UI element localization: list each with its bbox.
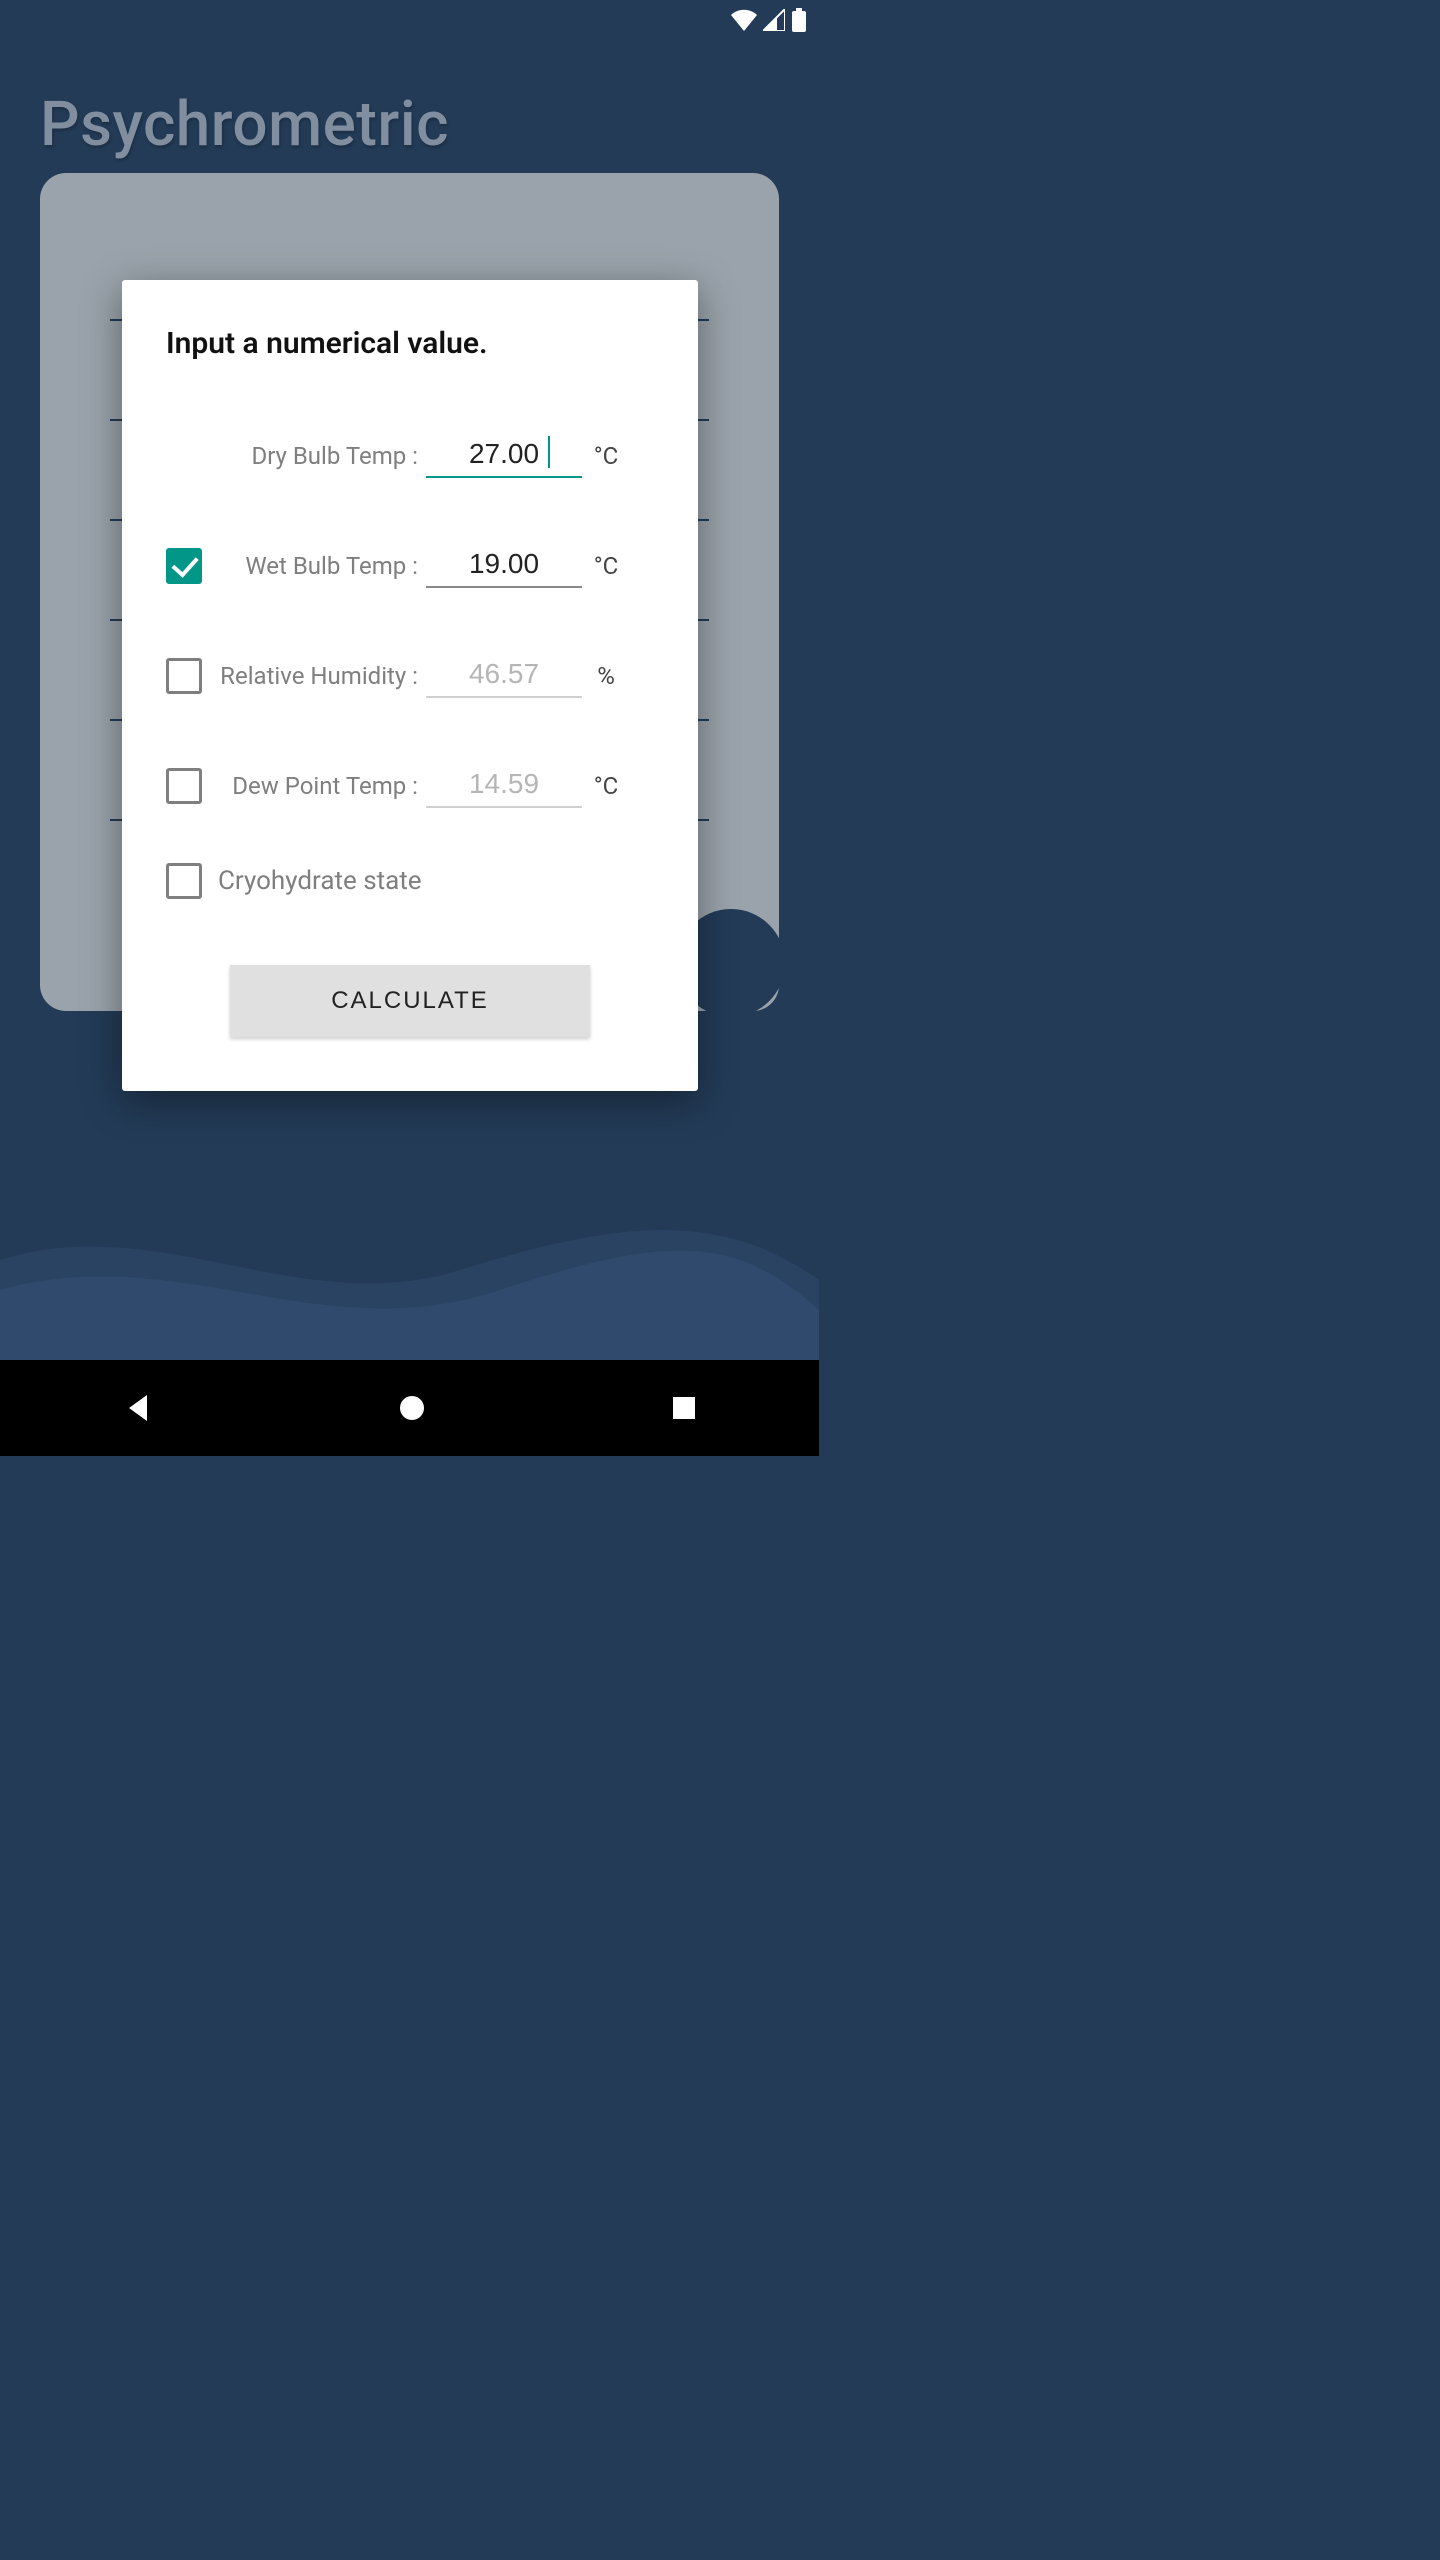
row-dry-bulb: Dry Bulb Temp : °C xyxy=(166,401,654,511)
back-icon[interactable] xyxy=(121,1391,155,1425)
dew-point-label: Dew Point Temp : xyxy=(218,772,418,800)
navigation-bar xyxy=(0,1360,819,1456)
row-rel-humidity: Relative Humidity : % xyxy=(166,621,654,731)
home-icon[interactable] xyxy=(397,1393,427,1423)
text-cursor xyxy=(548,436,550,468)
wet-bulb-checkbox[interactable] xyxy=(166,548,202,584)
signal-icon xyxy=(763,9,785,31)
cryohydrate-checkbox[interactable] xyxy=(166,863,202,899)
wifi-icon xyxy=(731,9,757,31)
wet-bulb-input[interactable] xyxy=(426,544,582,588)
cryohydrate-label: Cryohydrate state xyxy=(218,866,654,896)
dew-point-input[interactable] xyxy=(426,764,582,808)
rel-humidity-unit: % xyxy=(582,662,630,690)
dialog-title: Input a numerical value. xyxy=(166,326,654,361)
rel-humidity-input[interactable] xyxy=(426,654,582,698)
wet-bulb-unit: °C xyxy=(582,552,630,580)
wave-decoration xyxy=(0,1180,819,1360)
dry-bulb-unit: °C xyxy=(582,442,630,470)
dry-bulb-label: Dry Bulb Temp : xyxy=(218,442,418,470)
app-title: Psychrometric xyxy=(40,88,779,161)
input-dialog: Input a numerical value. Dry Bulb Temp :… xyxy=(122,280,698,1091)
dew-point-checkbox[interactable] xyxy=(166,768,202,804)
recent-icon[interactable] xyxy=(670,1394,698,1422)
row-cryohydrate: Cryohydrate state xyxy=(166,841,654,921)
row-dew-point: Dew Point Temp : °C xyxy=(166,731,654,841)
calculate-button[interactable]: CALCULATE xyxy=(230,965,590,1037)
row-wet-bulb: Wet Bulb Temp : °C xyxy=(166,511,654,621)
rel-humidity-label: Relative Humidity : xyxy=(218,662,418,690)
wet-bulb-label: Wet Bulb Temp : xyxy=(218,552,418,580)
dew-point-unit: °C xyxy=(582,772,630,800)
dry-bulb-input[interactable] xyxy=(426,434,582,478)
rel-humidity-checkbox[interactable] xyxy=(166,658,202,694)
status-bar xyxy=(0,0,819,40)
battery-icon xyxy=(791,8,807,32)
